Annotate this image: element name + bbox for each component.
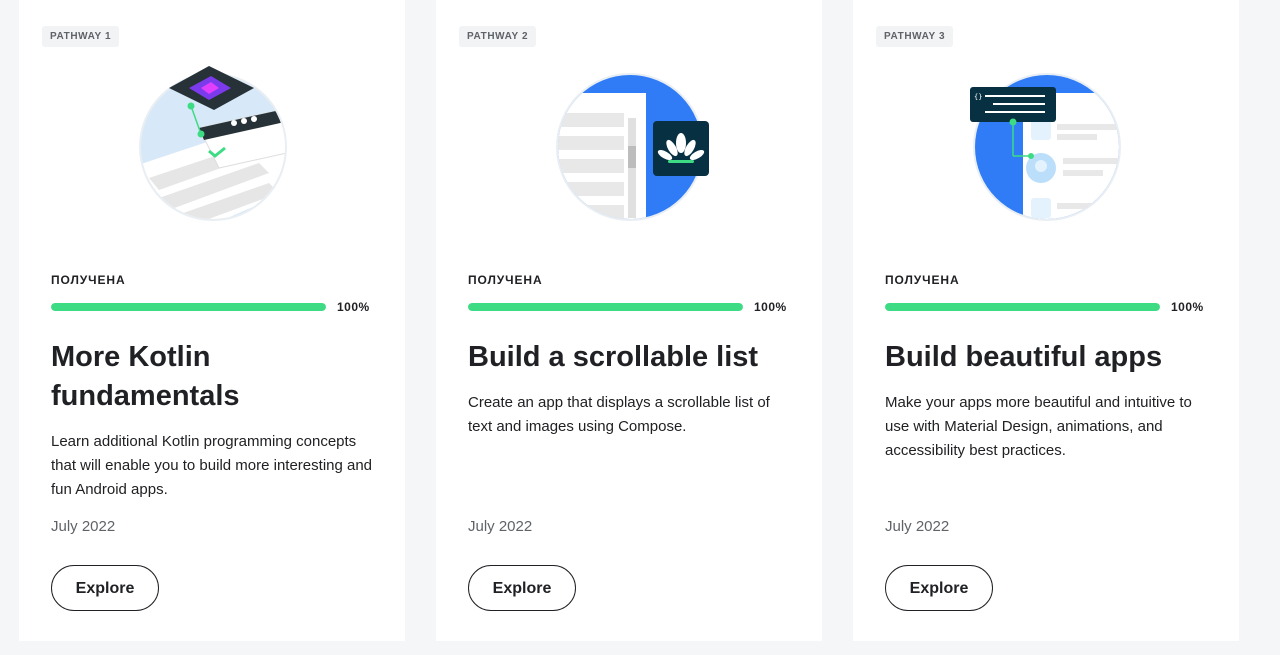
progress-bar	[468, 303, 743, 311]
card-description: Create an app that displays a scrollable…	[468, 394, 770, 435]
progress-percent: 100%	[754, 300, 787, 314]
pathway-card-2: PATHWAY 2 ПОЛУЧЕНА 100% Build a scrollab…	[436, 0, 822, 641]
progress-fill	[51, 303, 326, 311]
card-title: Build beautiful apps	[885, 341, 1163, 373]
pathway-chip: PATHWAY 1	[42, 26, 120, 47]
beautiful-apps-illustration: {}	[970, 73, 1121, 221]
progress-bar	[51, 303, 326, 311]
progress-percent: 100%	[1171, 300, 1204, 314]
pathway-card-3: PATHWAY 3 {} ПОЛУЧЕНА 100% Build beautif…	[853, 0, 1239, 641]
progress-bar	[885, 303, 1160, 311]
card-description: Learn additional Kotlin programming conc…	[51, 433, 373, 498]
svg-text:{}: {}	[974, 93, 982, 101]
progress-fill	[468, 303, 743, 311]
progress-percent: 100%	[337, 300, 370, 314]
scrollable-list-illustration	[556, 73, 709, 221]
card-title: More Kotlin fundamentals	[51, 341, 240, 412]
explore-button[interactable]: Explore	[885, 565, 993, 611]
explore-button[interactable]: Explore	[51, 565, 159, 611]
progress-fill	[885, 303, 1160, 311]
pathway-chip: PATHWAY 2	[459, 26, 537, 47]
pathway-chip: PATHWAY 3	[876, 26, 954, 47]
card-date: July 2022	[468, 518, 533, 535]
explore-button[interactable]: Explore	[468, 565, 576, 611]
status-label: ПОЛУЧЕНА	[468, 273, 543, 287]
card-title: Build a scrollable list	[468, 341, 759, 373]
card-date: July 2022	[51, 518, 116, 535]
card-date: July 2022	[885, 518, 950, 535]
pathway-card-1: PATHWAY 1 ПОЛУЧЕНА 100% More Kotlin fund…	[19, 0, 405, 641]
status-label: ПОЛУЧЕНА	[885, 273, 960, 287]
kotlin-fundamentals-illustration	[139, 66, 287, 221]
card-description: Make your apps more beautiful and intuit…	[885, 394, 1192, 459]
status-label: ПОЛУЧЕНА	[51, 273, 126, 287]
